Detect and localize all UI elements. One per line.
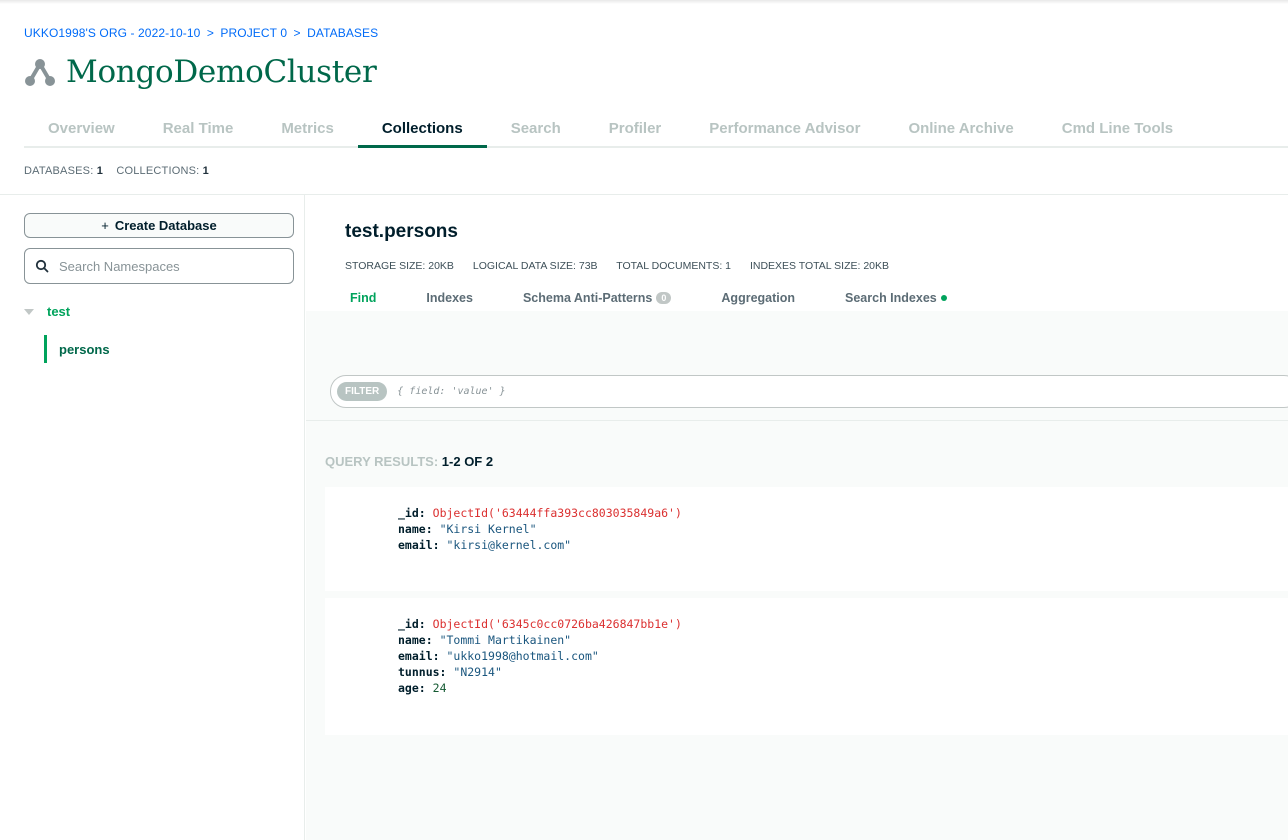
field-key: tunnus: xyxy=(398,665,447,679)
filter-input[interactable] xyxy=(397,386,998,397)
tab-indexes[interactable]: Indexes xyxy=(426,291,473,305)
query-results-title: QUERY RESULTS: xyxy=(325,454,439,469)
collection-panel: test.persons STORAGE SIZE: 20KB LOGICAL … xyxy=(306,195,1288,840)
tab-online-archive[interactable]: Online Archive xyxy=(884,112,1037,146)
cluster-icon xyxy=(25,59,55,86)
breadcrumb-org[interactable]: UKKO1998'S ORG - 2022-10-10 xyxy=(24,26,200,40)
total-documents: TOTAL DOCUMENTS: 1 xyxy=(616,260,732,272)
document-card[interactable]: _id: ObjectId('63444ffa393cc803035849a6'… xyxy=(325,487,1288,591)
document-field: age: 24 xyxy=(398,680,1288,696)
breadcrumb-separator: > xyxy=(293,26,301,40)
document-field: name: "Tommi Martikainen" xyxy=(398,632,1288,648)
tab-cmd-line-tools[interactable]: Cmd Line Tools xyxy=(1038,112,1197,146)
page-title: MongoDemoCluster xyxy=(66,54,377,90)
collection-subtabs: Find Indexes Schema Anti-Patterns 0 Aggr… xyxy=(350,291,997,305)
database-name: test xyxy=(47,304,71,319)
breadcrumb-project[interactable]: PROJECT 0 xyxy=(220,26,287,40)
field-key: name: xyxy=(398,633,433,647)
field-value: "Tommi Martikainen" xyxy=(439,633,572,647)
collection-header: test.persons STORAGE SIZE: 20KB LOGICAL … xyxy=(306,195,1288,311)
field-value: "Kirsi Kernel" xyxy=(439,522,537,536)
tab-collections[interactable]: Collections xyxy=(357,112,487,148)
sidebar-item-database[interactable]: test xyxy=(24,304,70,319)
databases-count-label: DATABASES: xyxy=(24,165,94,177)
document-field: _id: ObjectId('6345c0cc0726ba426847bb1e'… xyxy=(398,616,1288,632)
tab-performance-advisor[interactable]: Performance Advisor xyxy=(685,112,884,146)
query-results-range: 1-2 OF 2 xyxy=(441,454,494,469)
create-database-button[interactable]: + Create Database xyxy=(24,213,294,238)
field-value: 24 xyxy=(432,681,447,695)
field-key: name: xyxy=(398,522,433,536)
filter-bar[interactable]: FILTER xyxy=(330,375,1288,408)
storage-size: STORAGE SIZE: 20KB xyxy=(345,260,454,272)
field-key: email: xyxy=(398,649,440,663)
breadcrumb-databases[interactable]: DATABASES xyxy=(307,26,378,40)
search-icon xyxy=(35,259,49,273)
field-key: _id: xyxy=(398,506,426,520)
tab-search[interactable]: Search xyxy=(487,112,585,146)
schema-count-badge: 0 xyxy=(656,292,672,304)
collection-name: persons xyxy=(59,341,110,357)
create-database-label: Create Database xyxy=(114,218,217,233)
cluster-tabs: Overview Real Time Metrics Collections S… xyxy=(24,112,1288,148)
tab-schema-anti-patterns[interactable]: Schema Anti-Patterns 0 xyxy=(522,291,672,305)
field-key: age: xyxy=(398,681,426,695)
field-value: "kirsi@kernel.com" xyxy=(446,538,572,552)
breadcrumb-separator: > xyxy=(206,26,214,40)
status-dot-icon xyxy=(940,295,947,301)
breadcrumb: UKKO1998'S ORG - 2022-10-10 > PROJECT 0 … xyxy=(24,26,378,40)
collections-count-value: 1 xyxy=(202,165,209,177)
top-shadow xyxy=(0,0,1288,4)
field-value: ObjectId('6345c0cc0726ba426847bb1e') xyxy=(432,617,682,631)
field-key: email: xyxy=(398,538,440,552)
namespace-sidebar: + Create Database test persons xyxy=(0,195,305,840)
field-key: _id: xyxy=(398,617,426,631)
tab-profiler[interactable]: Profiler xyxy=(585,112,686,146)
namespace-counts: DATABASES: 1 COLLECTIONS: 1 xyxy=(24,165,219,177)
tab-aggregation[interactable]: Aggregation xyxy=(721,291,795,305)
sidebar-item-collection[interactable]: persons xyxy=(44,335,110,363)
plus-icon: + xyxy=(101,218,109,233)
field-value: "N2914" xyxy=(453,665,502,679)
tab-real-time[interactable]: Real Time xyxy=(139,112,258,146)
collection-stats: STORAGE SIZE: 20KB LOGICAL DATA SIZE: 73… xyxy=(345,260,905,272)
search-namespaces-field[interactable] xyxy=(24,248,294,284)
document-field: _id: ObjectId('63444ffa393cc803035849a6'… xyxy=(398,505,1288,521)
document-field: name: "Kirsi Kernel" xyxy=(398,521,1288,537)
databases-count-value: 1 xyxy=(96,165,104,177)
tab-metrics[interactable]: Metrics xyxy=(257,112,358,146)
schema-anti-patterns-label: Schema Anti-Patterns xyxy=(522,291,653,305)
query-results-label: QUERY RESULTS: 1-2 OF 2 xyxy=(325,454,493,469)
field-value: "ukko1998@hotmail.com" xyxy=(446,649,599,663)
indexes-total-size: INDEXES TOTAL SIZE: 20KB xyxy=(749,260,890,272)
logical-data-size: LOGICAL DATA SIZE: 73B xyxy=(472,260,598,272)
field-value: ObjectId('63444ffa393cc803035849a6') xyxy=(432,506,682,520)
caret-down-icon[interactable] xyxy=(24,308,34,315)
collections-count-label: COLLECTIONS: xyxy=(116,165,200,177)
collection-title: test.persons xyxy=(345,221,458,242)
document-field: tunnus: "N2914" xyxy=(398,664,1288,680)
tab-overview[interactable]: Overview xyxy=(24,112,139,146)
filter-tag: FILTER xyxy=(337,382,388,401)
divider xyxy=(306,420,1288,421)
document-field: email: "kirsi@kernel.com" xyxy=(398,537,1288,553)
document-field: email: "ukko1998@hotmail.com" xyxy=(398,648,1288,664)
tab-find[interactable]: Find xyxy=(350,291,376,305)
search-namespaces-input[interactable] xyxy=(59,258,279,274)
tab-search-indexes[interactable]: Search Indexes xyxy=(845,291,947,305)
search-indexes-label: Search Indexes xyxy=(845,291,937,305)
document-card[interactable]: _id: ObjectId('6345c0cc0726ba426847bb1e'… xyxy=(325,598,1288,735)
title-row: MongoDemoCluster xyxy=(24,52,377,92)
